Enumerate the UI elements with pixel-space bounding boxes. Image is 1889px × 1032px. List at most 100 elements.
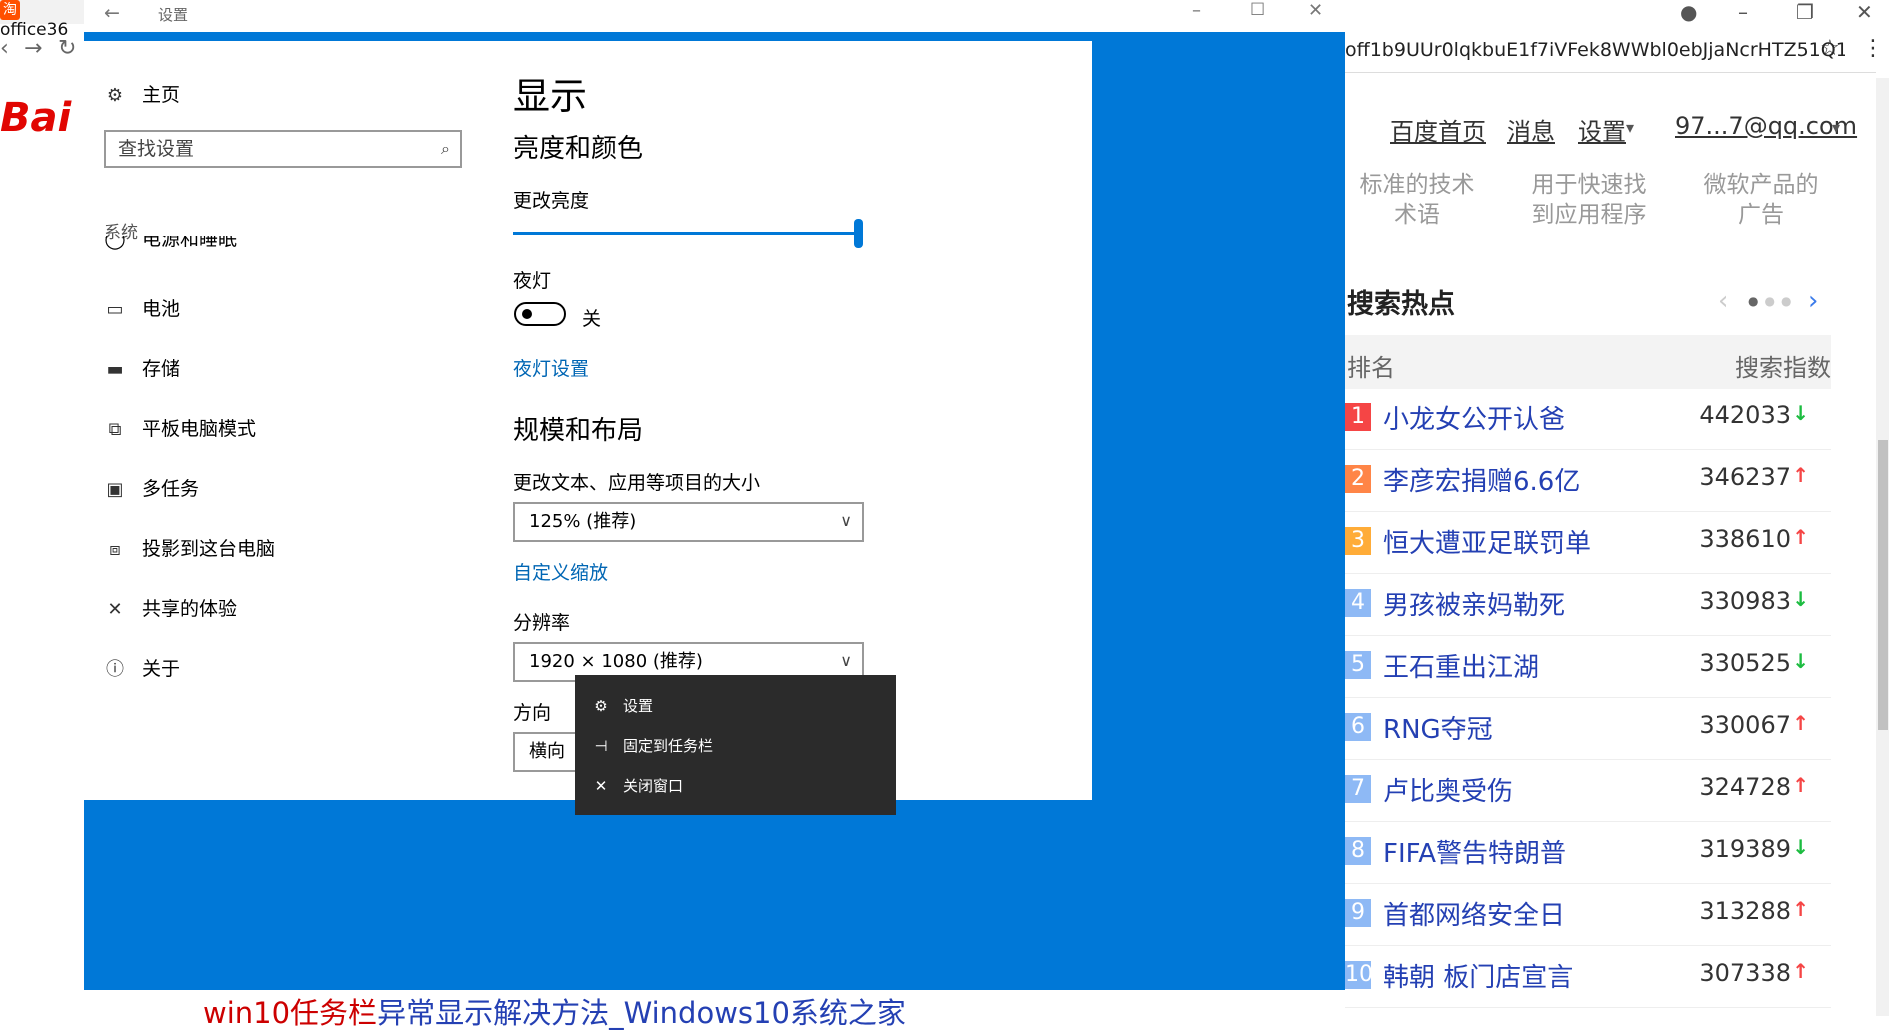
hot-item[interactable]: 8 FIFA警告特朗普 319389 ↓ [1345,823,1831,884]
chevron-down-icon: ∨ [840,511,852,530]
nav-settings[interactable]: 设置 [1578,112,1626,147]
scale-select[interactable]: 125% (推荐) ∨ [513,502,864,542]
hot-item[interactable]: 10 韩朝 板门店宣言 307338 ↑ [1345,947,1831,1008]
custom-scale-link[interactable]: 自定义缩放 [513,558,608,585]
teaser-item[interactable]: 标准的技术 术语 [1352,170,1482,230]
brightness-slider-thumb[interactable] [854,219,863,248]
hot-item-index: 307338 [1699,959,1791,987]
profile-icon[interactable]: ● [1680,0,1697,24]
nightlight-settings-link[interactable]: 夜灯设置 [513,354,589,381]
page-title: 显示 [513,75,587,118]
back-arrow-icon[interactable]: ← [104,2,120,24]
hot-item[interactable]: 1 小龙女公开认爸 442033 ↓ [1345,389,1831,450]
chevron-right-icon[interactable]: › [1808,286,1818,316]
nightlight-state: 关 [582,308,602,330]
menu-item-pin[interactable]: ⊣ 固定到任务栏 [591,735,713,756]
rank-badge: 10 [1345,961,1373,989]
sidebar-item-about[interactable]: ⓘ 关于 [104,654,180,681]
brightness-heading: 亮度和颜色 [513,134,644,164]
chevron-down-icon: ▾ [1832,118,1841,137]
hot-item-title[interactable]: 王石重出江湖 [1383,647,1539,684]
pin-icon: ⊣ [594,737,608,755]
hot-item[interactable]: 9 首都网络安全日 313288 ↑ [1345,885,1831,946]
hot-item-title[interactable]: 首都网络安全日 [1383,895,1565,932]
hot-item-index: 442033 [1699,401,1791,429]
settings-titlebar: ← 设置 – ☐ ✕ [84,0,1345,32]
close-icon[interactable]: ✕ [1308,0,1323,21]
sidebar-item-multitask[interactable]: ▣ 多任务 [104,474,199,501]
minimize-icon[interactable]: – [1192,0,1201,21]
hot-item-title[interactable]: 男孩被亲妈勒死 [1383,585,1565,622]
search-input[interactable]: 查找设置 ⌕ [104,130,462,168]
hot-search-title: 搜索热点 [1347,289,1455,320]
nav-baidu-home[interactable]: 百度首页 [1390,112,1486,147]
baidu-logo[interactable]: Bai [0,95,71,141]
pager-dots: ●●● [1748,294,1798,308]
sidebar-item-label: 平板电脑模式 [142,418,257,440]
scale-heading: 规模和布局 [513,416,644,446]
hot-item[interactable]: 5 王石重出江湖 330525 ↓ [1345,637,1831,698]
trend-down-icon: ↓ [1792,587,1809,611]
address-bar[interactable]: off1b9UUr0lqkbuE1f7iVFek8WWbl0ebJjaNcrHT… [1345,30,1845,70]
hot-item-title[interactable]: 李彦宏捐赠6.6亿 [1383,461,1580,498]
hot-item-title[interactable]: 恒大遭亚足联罚单 [1383,523,1591,560]
sidebar-item-battery[interactable]: ▭ 电池 [104,294,180,321]
sidebar-item-power[interactable]: ◯ 电源和睡眠 [104,236,404,260]
hot-item-index: 313288 [1699,897,1791,925]
sidebar-item-label: 电池 [142,298,181,320]
nightlight-toggle[interactable] [514,302,566,326]
hot-item-title[interactable]: 卢比奥受伤 [1383,771,1513,808]
multitask-icon: ▣ [106,479,124,500]
resolution-label: 分辨率 [513,612,571,634]
forward-arrow-icon[interactable]: → [24,36,42,61]
sidebar-item-storage[interactable]: ▬ 存储 [104,354,180,381]
orientation-select[interactable]: 横向 [513,732,583,772]
hot-item-title[interactable]: 小龙女公开认爸 [1383,399,1565,436]
hot-item[interactable]: 7 卢比奥受伤 324728 ↑ [1345,761,1831,822]
sidebar-item-label: 投影到这台电脑 [142,538,276,560]
star-icon[interactable]: ☆ [1820,36,1840,61]
close-icon: ✕ [594,777,608,795]
reload-icon[interactable]: ↻ [58,36,76,61]
teaser-item[interactable]: 用于快速找 到应用程序 [1524,170,1654,230]
trend-up-icon: ↑ [1792,959,1809,983]
sidebar-item-project[interactable]: ⧈ 投影到这台电脑 [104,534,275,561]
hot-item-title[interactable]: FIFA警告特朗普 [1383,833,1566,870]
hot-item[interactable]: 6 RNG夺冠 330067 ↑ [1345,699,1831,760]
header-index: 搜索指数 [1735,354,1831,382]
nav-account[interactable]: 97...7@qq.com [1675,112,1857,140]
close-icon[interactable]: ✕ [1856,0,1873,24]
hot-item[interactable]: 3 恒大遭亚足联罚单 338610 ↑ [1345,513,1831,574]
scale-label: 更改文本、应用等项目的大小 [513,472,761,494]
maximize-icon[interactable]: ☐ [1250,0,1265,20]
browser-tab[interactable]: 淘office36 [0,0,90,40]
scrollbar-thumb[interactable] [1878,440,1888,730]
sidebar-item-tablet-mode[interactable]: ⧉ 平板电脑模式 [104,414,256,441]
trend-up-icon: ↑ [1792,897,1809,921]
back-arrow-icon[interactable]: ‹ [0,36,9,61]
sidebar-item-home[interactable]: ⚙ 主页 [104,80,180,107]
result-link[interactable]: win10任务栏异常显示解决方法_Windows10系统之家 [203,990,906,1032]
browser-nav: ‹ → ↻ [0,30,84,70]
sidebar-item-share[interactable]: ✕ 共享的体验 [104,594,237,621]
menu-icon[interactable]: ⋮ [1862,36,1884,61]
trend-down-icon: ↓ [1792,649,1809,673]
rank-badge: 9 [1345,899,1371,927]
restore-icon[interactable]: ❐ [1796,0,1814,24]
hot-item[interactable]: 4 男孩被亲妈勒死 330983 ↓ [1345,575,1831,636]
sidebar-item-label: 关于 [142,658,181,680]
menu-item-close-window[interactable]: ✕ 关闭窗口 [591,775,683,796]
brightness-slider[interactable] [513,232,858,235]
hot-item-title[interactable]: 韩朝 板门店宣言 [1383,957,1573,994]
minimize-icon[interactable]: – [1738,0,1748,24]
sidebar-item-label: 多任务 [142,478,200,500]
chevron-left-icon[interactable]: ‹ [1718,286,1728,316]
tablet-mode-icon: ⧉ [108,419,122,440]
window-title: 设置 [158,6,189,24]
power-icon: ◯ [104,236,126,250]
menu-item-settings[interactable]: ⚙ 设置 [591,695,653,716]
hot-item[interactable]: 2 李彦宏捐赠6.6亿 346237 ↑ [1345,451,1831,512]
hot-item-title[interactable]: RNG夺冠 [1383,709,1493,746]
teaser-item[interactable]: 微软产品的 广告 [1696,170,1826,230]
nav-messages[interactable]: 消息 [1507,112,1555,147]
